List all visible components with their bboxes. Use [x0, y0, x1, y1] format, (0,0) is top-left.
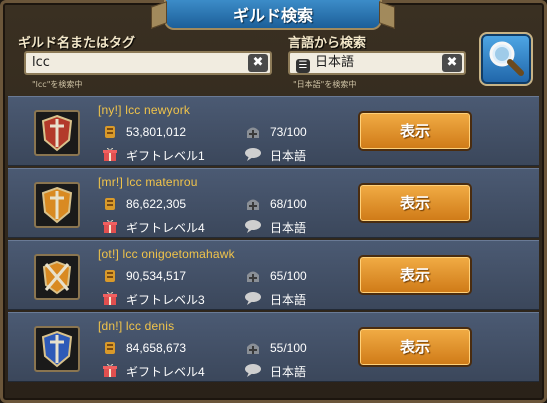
- guild-power: 86,622,305: [126, 197, 187, 211]
- gift-level: ギフトレベル3: [126, 293, 205, 307]
- gift-icon: [103, 363, 117, 377]
- guild-language: 日本語: [270, 221, 307, 235]
- shield-emblem-icon: [41, 186, 73, 224]
- chat-bubble-icon: [245, 292, 261, 305]
- chat-bubble-icon: [245, 220, 261, 233]
- guild-power: 84,658,673: [126, 341, 187, 355]
- guild-row: [ot!] lcc onigoetomahawk 90,534,517 ギフトレ…: [8, 240, 539, 310]
- guild-name-label: ギルド名またはタグ: [18, 36, 136, 51]
- member-count: 55/100: [270, 341, 307, 355]
- chat-bubble-icon: [245, 364, 261, 377]
- language-search-hint: "日本語"を検索中: [293, 80, 357, 89]
- gift-level: ギフトレベル4: [126, 221, 205, 235]
- helmet-icon: [247, 199, 259, 210]
- helmet-icon: [247, 343, 259, 354]
- axes-emblem-icon: [42, 260, 72, 295]
- guild-power: 53,801,012: [126, 125, 187, 139]
- search-button[interactable]: [479, 32, 533, 86]
- power-icon: [105, 198, 115, 210]
- shield-emblem-icon: [41, 330, 73, 368]
- guild-language: 日本語: [270, 149, 307, 163]
- helmet-icon: [247, 271, 259, 282]
- power-icon: [105, 342, 115, 354]
- gift-icon: [103, 219, 117, 233]
- guild-language: 日本語: [270, 365, 307, 379]
- guild-language: 日本語: [270, 293, 307, 307]
- language-select[interactable]: ☰ 日本語 ✖: [288, 51, 466, 75]
- guild-list: [ny!] lcc newyork 53,801,012 ギフトレベル1 73/…: [8, 96, 539, 384]
- gift-level: ギフトレベル1: [126, 149, 205, 163]
- gift-level: ギフトレベル4: [126, 365, 205, 379]
- chat-bubble-icon: [245, 148, 261, 161]
- document-icon: ☰: [296, 59, 310, 73]
- view-guild-button[interactable]: 表示: [358, 255, 472, 295]
- search-area: ギルド名またはタグ lcc ✖ "lcc"を検索中 言語から検索 ☰ 日本語 ✖ …: [10, 28, 537, 90]
- magnifier-icon: [489, 41, 524, 76]
- language-label: 言語から検索: [288, 36, 367, 51]
- shield-emblem-icon: [41, 114, 73, 152]
- guild-emblem: [34, 254, 80, 300]
- guild-name-input[interactable]: lcc ✖: [24, 51, 272, 75]
- guild-power: 90,534,517: [126, 269, 187, 283]
- language-value: 日本語: [315, 55, 355, 70]
- window-title: ギルド検索: [164, 0, 382, 30]
- view-guild-button[interactable]: 表示: [358, 183, 472, 223]
- guild-emblem: [34, 110, 80, 156]
- member-count: 73/100: [270, 125, 307, 139]
- guild-emblem: [34, 182, 80, 228]
- power-icon: [105, 126, 115, 138]
- guild-name[interactable]: [mr!] lcc matenrou: [98, 175, 198, 189]
- view-guild-button[interactable]: 表示: [358, 327, 472, 367]
- name-search-hint: "lcc"を検索中: [32, 80, 83, 89]
- clear-name-button[interactable]: ✖: [248, 54, 268, 72]
- helmet-icon: [247, 127, 259, 138]
- guild-name[interactable]: [ot!] lcc onigoetomahawk: [98, 247, 235, 261]
- member-count: 68/100: [270, 197, 307, 211]
- guild-row: [ny!] lcc newyork 53,801,012 ギフトレベル1 73/…: [8, 96, 539, 166]
- guild-row: [mr!] lcc matenrou 86,622,305 ギフトレベル4 68…: [8, 168, 539, 238]
- guild-name[interactable]: [ny!] lcc newyork: [98, 103, 190, 117]
- power-icon: [105, 270, 115, 282]
- guild-name[interactable]: [dn!] lcc denis: [98, 319, 174, 333]
- gift-icon: [103, 147, 117, 161]
- clear-language-button[interactable]: ✖: [442, 54, 462, 72]
- view-guild-button[interactable]: 表示: [358, 111, 472, 151]
- guild-name-value: lcc: [32, 55, 50, 70]
- member-count: 65/100: [270, 269, 307, 283]
- guild-row: [dn!] lcc denis 84,658,673 ギフトレベル4 55/10…: [8, 312, 539, 382]
- guild-emblem: [34, 326, 80, 372]
- gift-icon: [103, 291, 117, 305]
